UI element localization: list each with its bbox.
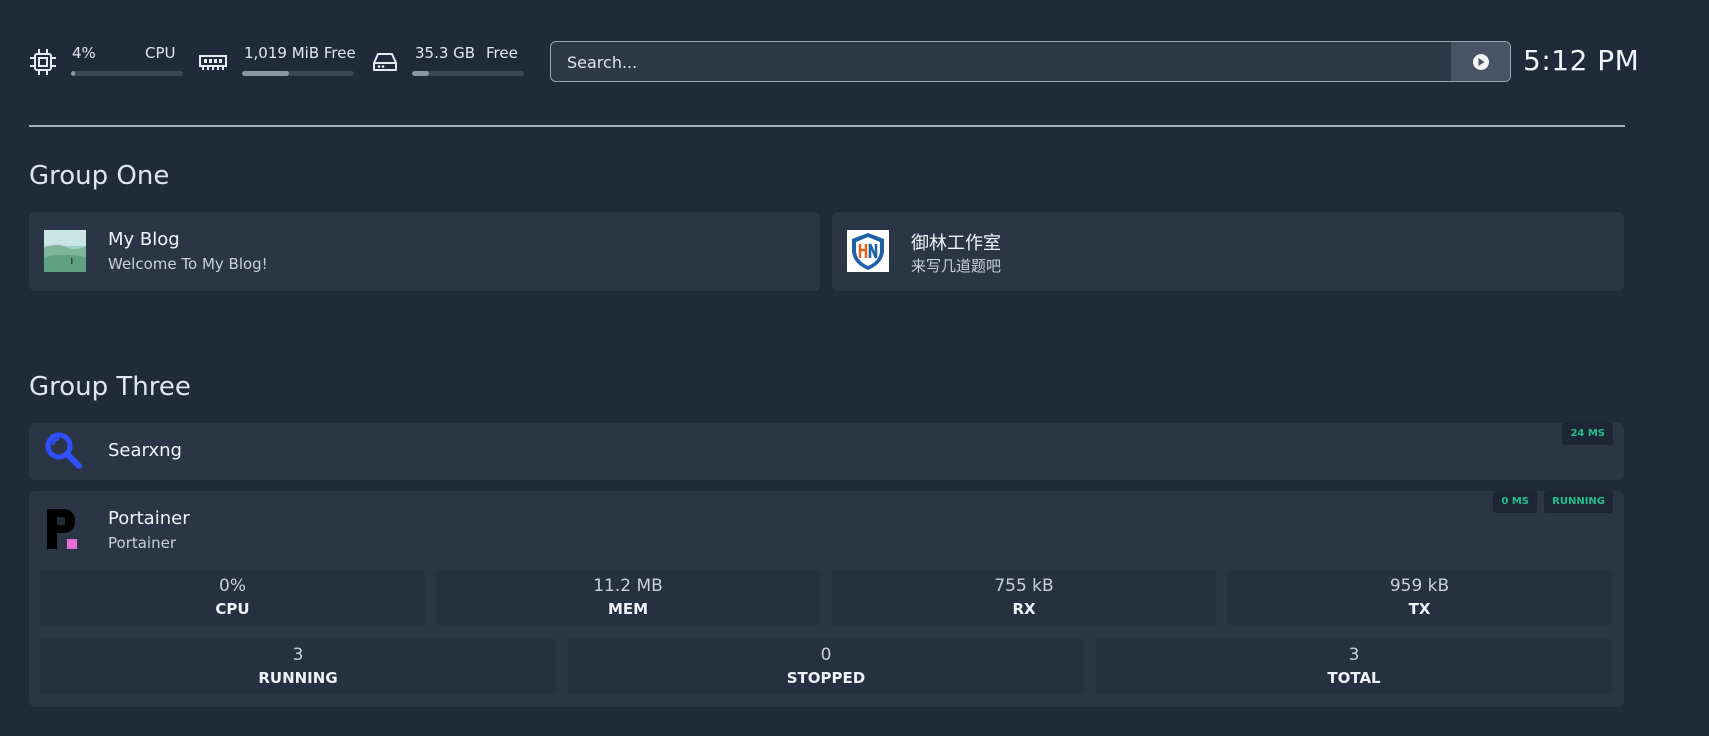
service-card-portainer[interactable]: Portainer Portainer 0 MS RUNNING 0% CPU … (29, 491, 1624, 707)
service-name: Searxng (108, 440, 182, 461)
memory-usage-fill (242, 71, 290, 76)
status-badge: RUNNING (1544, 491, 1613, 513)
stat-label: RUNNING (258, 669, 338, 687)
group-title-one: Group One (29, 161, 170, 191)
ping-badge: 0 MS (1493, 491, 1537, 513)
memory-widget: 1,019 MiB Free (198, 44, 358, 80)
stat-value: 755 kB (994, 576, 1054, 596)
stat-value: 0% (219, 576, 246, 596)
stat-stopped: 0 STOPPED (568, 638, 1084, 695)
cpu-usage-bar (71, 71, 183, 76)
disk-free-value: 35.3 GB (415, 44, 476, 62)
disk-usage-bar (412, 71, 524, 76)
stat-cpu: 0% CPU (40, 569, 425, 626)
header-divider (29, 125, 1625, 127)
search-engine-icon (1472, 53, 1489, 70)
portainer-logo-icon (47, 509, 77, 549)
search-engine-button[interactable] (1451, 42, 1510, 81)
ping-badge: 24 MS (1562, 423, 1613, 445)
stat-rx: 755 kB RX (832, 569, 1216, 626)
search-input[interactable] (551, 42, 1469, 81)
disk-free-label: Free (486, 44, 518, 62)
stat-total: 3 TOTAL (1096, 638, 1612, 695)
disk-widget: 35.3 GB Free (370, 44, 530, 80)
memory-free-value: 1,019 MiB Free (244, 44, 356, 62)
magnifier-icon (45, 432, 82, 469)
cpu-widget: 4% CPU (28, 44, 188, 80)
stat-value: 3 (1348, 645, 1360, 665)
cpu-usage-value: 4% (72, 44, 96, 62)
disk-usage-fill (412, 71, 429, 76)
stat-label: MEM (607, 600, 649, 618)
service-description: 来写几道题吧 (911, 257, 1002, 275)
cpu-chip-icon (30, 49, 56, 75)
cpu-usage-fill (71, 71, 76, 76)
stat-label: STOPPED (786, 669, 866, 687)
stat-label: CPU (215, 600, 250, 618)
hard-drive-icon (373, 53, 397, 71)
top-bar: 4% CPU 1,019 MiB Free 35.3 GB Free Searc… (0, 0, 1709, 130)
stat-label: RX (1012, 600, 1036, 618)
memory-icon (199, 55, 227, 70)
stat-value: 0 (820, 645, 832, 665)
stat-label: TX (1408, 600, 1431, 618)
stat-tx: 959 kB TX (1227, 569, 1612, 626)
service-card-searxng[interactable]: Searxng 24 MS (29, 423, 1624, 480)
stat-running: 3 RUNNING (40, 638, 556, 695)
service-card-yulin-studio[interactable]: 御林工作室 来写几道题吧 (832, 212, 1624, 291)
cpu-label: CPU (145, 44, 176, 62)
group-title-three: Group Three (29, 372, 191, 402)
memory-usage-bar (242, 71, 354, 76)
blog-landscape-icon (44, 230, 86, 272)
service-name: 御林工作室 (911, 233, 1001, 254)
shield-logo-icon (847, 230, 889, 272)
service-card-my-blog[interactable]: My Blog Welcome To My Blog! (29, 212, 820, 291)
service-description: Welcome To My Blog! (108, 255, 268, 273)
stat-label: TOTAL (1327, 669, 1381, 687)
stat-value: 3 (292, 645, 304, 665)
clock: 5:12 PM (1523, 44, 1640, 77)
stat-value: 11.2 MB (593, 576, 663, 596)
stat-mem: 11.2 MB MEM (436, 569, 820, 626)
search-box (550, 41, 1511, 82)
service-name: Portainer (108, 508, 190, 529)
service-description: Portainer (108, 534, 176, 552)
service-name: My Blog (108, 229, 180, 250)
stat-value: 959 kB (1389, 576, 1450, 596)
